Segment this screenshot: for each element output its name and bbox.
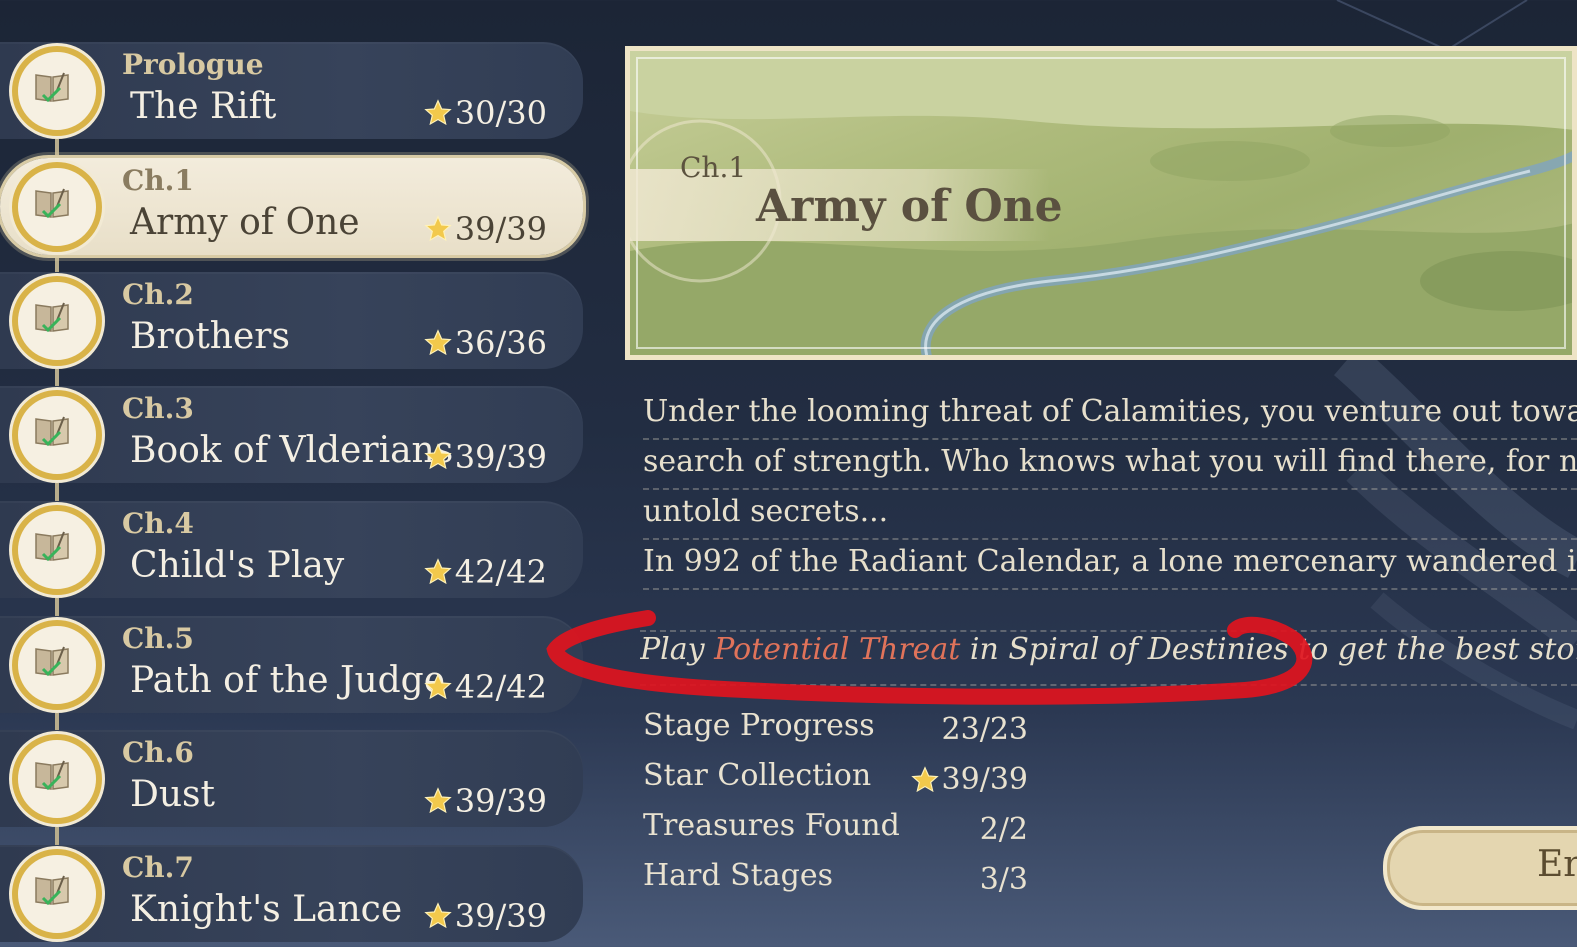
stat-value: 2/2: [979, 812, 1028, 847]
chapter-stats: Stage Progress 23/23 Star Collection 39/…: [643, 708, 1033, 908]
enter-button[interactable]: Er: [1383, 826, 1577, 910]
chapter-banner: Ch.1 Army of One: [625, 46, 1577, 360]
book-icon: [12, 46, 102, 136]
stat-label: Hard Stages: [643, 858, 833, 893]
star-icon: [424, 787, 452, 814]
book-icon: [12, 390, 102, 480]
book-icon: [12, 162, 102, 252]
chapter-list: Prologue The Rift 30/30 Ch.1 Army of One 39/3…: [0, 0, 600, 947]
book-icon: [12, 734, 102, 824]
book-icon: [12, 505, 102, 595]
chapter-item[interactable]: Prologue The Rift 30/30: [0, 42, 583, 139]
stat-row-star-collection: Star Collection 39/39: [643, 758, 1033, 808]
chapter-star-count: 39/39: [424, 897, 547, 935]
chapter-star-count: 36/36: [424, 324, 547, 362]
description-line: untold secrets...: [643, 490, 1577, 540]
chapter-title: Child's Play: [130, 545, 345, 586]
chapter-star-count: 42/42: [424, 553, 547, 591]
chapter-number: Ch.1: [122, 164, 194, 197]
chapter-title: Book of Vlderians: [130, 430, 454, 471]
chapter-title: Army of One: [130, 202, 360, 243]
chapter-title: Dust: [130, 774, 215, 815]
chapter-item[interactable]: Ch.4 Child's Play 42/42: [0, 501, 583, 598]
book-icon: [12, 620, 102, 710]
chapter-number: Ch.2: [122, 278, 194, 311]
stat-row-treasures-found: Treasures Found 2/2: [643, 808, 1033, 858]
chapter-number: Ch.6: [122, 736, 194, 769]
stat-label: Star Collection: [643, 758, 872, 793]
stat-label: Treasures Found: [643, 808, 900, 843]
description-line: Under the looming threat of Calamities, …: [643, 390, 1577, 440]
chapter-title: Path of the Judge: [130, 660, 446, 701]
hint-suffix: in Spiral of Destinies to get the best s…: [969, 632, 1577, 667]
star-icon: [424, 902, 452, 929]
chapter-number: Ch.3: [122, 392, 194, 425]
chapter-title: Knight's Lance: [130, 889, 403, 930]
stat-row-stage-progress: Stage Progress 23/23: [643, 708, 1033, 758]
stat-value: 39/39: [910, 762, 1028, 797]
star-icon: [424, 99, 452, 126]
star-icon: [424, 443, 452, 470]
chapter-item[interactable]: Ch.1 Army of One 39/39: [0, 158, 583, 255]
star-icon: [424, 673, 452, 700]
star-icon: [910, 765, 939, 792]
hint-prefix: Play: [640, 632, 715, 667]
chapter-number: Ch.5: [122, 622, 194, 655]
chapter-star-count: 42/42: [424, 668, 547, 706]
chapter-item[interactable]: Ch.6 Dust 39/39: [0, 730, 583, 827]
chapter-item[interactable]: Ch.2 Brothers 36/36: [0, 272, 583, 369]
chapter-number: Ch.4: [122, 507, 194, 540]
chapter-number: Prologue: [122, 48, 264, 81]
chapter-title: Brothers: [130, 316, 290, 357]
chapter-number: Ch.7: [122, 851, 194, 884]
chapter-star-count: 39/39: [424, 438, 547, 476]
story-hint: Play Potential Threat in Spiral of Desti…: [640, 632, 1577, 686]
stat-row-hard-stages: Hard Stages 3/3: [643, 858, 1033, 908]
chapter-item[interactable]: Ch.3 Book of Vlderians 39/39: [0, 386, 583, 483]
book-icon: [12, 276, 102, 366]
banner-chapter-label: Ch.1: [680, 151, 747, 184]
chapter-star-count: 30/30: [424, 94, 547, 132]
star-icon: [424, 558, 452, 585]
star-icon: [424, 329, 452, 356]
chapter-item[interactable]: Ch.7 Knight's Lance 39/39: [0, 845, 583, 942]
banner-chapter-title: Army of One: [756, 181, 1063, 232]
potential-threat-link[interactable]: Potential Threat: [714, 632, 960, 667]
chapter-title: The Rift: [130, 86, 277, 127]
stat-label: Stage Progress: [643, 708, 875, 743]
enter-button-label: Er: [1537, 844, 1577, 885]
stat-value: 23/23: [941, 712, 1028, 747]
star-icon: [424, 215, 452, 242]
stat-value: 3/3: [979, 862, 1028, 897]
description-line: search of strength. Who knows what you w…: [643, 440, 1577, 490]
description-line: In 992 of the Radiant Calendar, a lone m…: [643, 540, 1577, 590]
book-icon: [12, 849, 102, 939]
chapter-item[interactable]: Ch.5 Path of the Judge 42/42: [0, 616, 583, 713]
chapter-star-count: 39/39: [424, 782, 547, 820]
chapter-description: Under the looming threat of Calamities, …: [643, 390, 1577, 590]
chapter-star-count: 39/39: [424, 210, 547, 248]
